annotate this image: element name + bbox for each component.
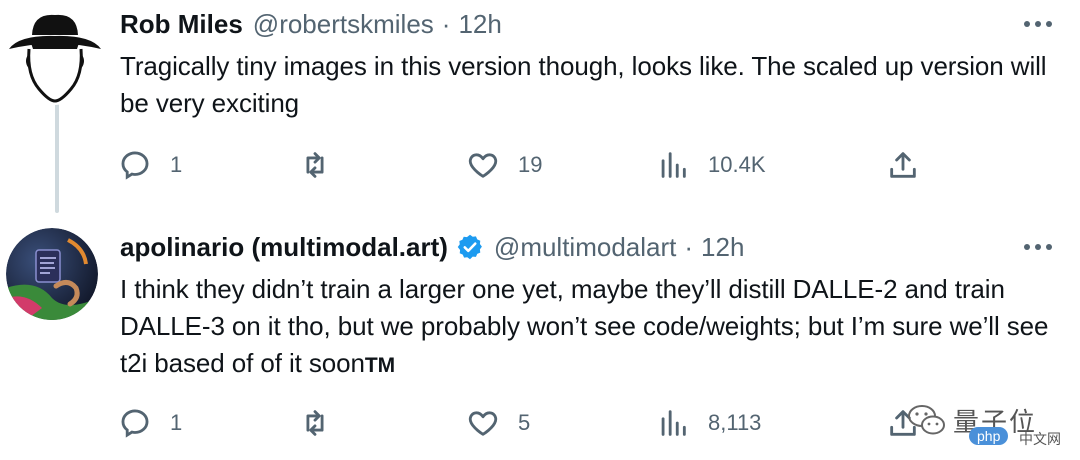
thread-line xyxy=(55,98,59,213)
trademark-suffix: TM xyxy=(364,354,395,377)
retweet-button[interactable] xyxy=(298,145,350,185)
like-count: 19 xyxy=(518,152,543,177)
tweet-content: Rob Miles @robertskmiles · 12h Tragicall… xyxy=(120,6,1060,122)
tweet-text-main: I think they didn’t train a larger one y… xyxy=(120,274,1049,378)
reply-bubble-icon xyxy=(121,409,149,438)
reply-bubble-icon xyxy=(121,151,149,180)
photo-avatar-image xyxy=(6,228,98,320)
timestamp[interactable]: 12h xyxy=(458,9,501,40)
avatar-rob-miles[interactable] xyxy=(5,5,105,105)
avatar-apolinario[interactable] xyxy=(6,228,98,320)
reply-button[interactable]: 1 xyxy=(118,145,182,185)
reply-count: 1 xyxy=(170,410,183,435)
views-count: 10.4K xyxy=(708,152,766,177)
views-button[interactable]: 10.4K xyxy=(656,145,766,185)
tweet-rob-miles[interactable]: Rob Miles @robertskmiles · 12h Tragicall… xyxy=(0,0,1080,215)
reply-button[interactable]: 1 xyxy=(118,403,182,443)
watermark-site: 中文网 xyxy=(1019,431,1061,447)
watermark-badge: php xyxy=(969,427,1009,445)
more-dots-icon[interactable] xyxy=(1020,6,1056,42)
views-count: 8,113 xyxy=(708,410,762,435)
like-count: 5 xyxy=(518,410,531,435)
verified-badge-icon[interactable] xyxy=(456,233,484,261)
reply-count: 1 xyxy=(170,152,183,177)
author-name[interactable]: Rob Miles xyxy=(120,9,243,40)
tweet-header: Rob Miles @robertskmiles · 12h xyxy=(120,6,1060,42)
views-button[interactable]: 8,113 xyxy=(656,403,761,443)
separator-dot: · xyxy=(441,8,451,39)
share-upload-icon xyxy=(890,152,916,178)
more-dots-icon[interactable] xyxy=(1020,229,1056,265)
watermark: 量子位 php 中文网 xyxy=(905,385,1077,455)
analytics-bars-icon xyxy=(661,152,686,178)
tweet-actions: 1 5 8,113 xyxy=(118,403,958,443)
retweet-arrows-icon xyxy=(306,410,324,436)
wechat-logo-icon xyxy=(908,405,945,435)
tweet-header: apolinario (multimodal.art) @multimodala… xyxy=(120,229,1060,265)
author-handle[interactable]: @multimodalart xyxy=(494,232,676,263)
analytics-bars-icon xyxy=(661,410,686,436)
share-button[interactable] xyxy=(886,145,920,185)
heart-icon xyxy=(468,411,498,436)
like-button[interactable]: 19 xyxy=(466,145,542,185)
hat-avatar-image xyxy=(5,5,105,105)
tweet-text: I think they didn’t train a larger one y… xyxy=(120,271,1060,384)
heart-icon xyxy=(468,153,498,178)
tweet-actions: 1 19 10.4K xyxy=(118,145,958,185)
retweet-arrows-icon xyxy=(306,152,324,178)
tweet-text: Tragically tiny images in this version t… xyxy=(120,51,1047,118)
separator-dot: · xyxy=(684,231,694,262)
author-handle[interactable]: @robertskmiles xyxy=(253,9,434,40)
author-name[interactable]: apolinario (multimodal.art) xyxy=(120,232,448,263)
timestamp[interactable]: 12h xyxy=(701,232,744,263)
like-button[interactable]: 5 xyxy=(466,403,530,443)
retweet-button[interactable] xyxy=(298,403,350,443)
tweet-content: apolinario (multimodal.art) @multimodala… xyxy=(120,229,1060,384)
